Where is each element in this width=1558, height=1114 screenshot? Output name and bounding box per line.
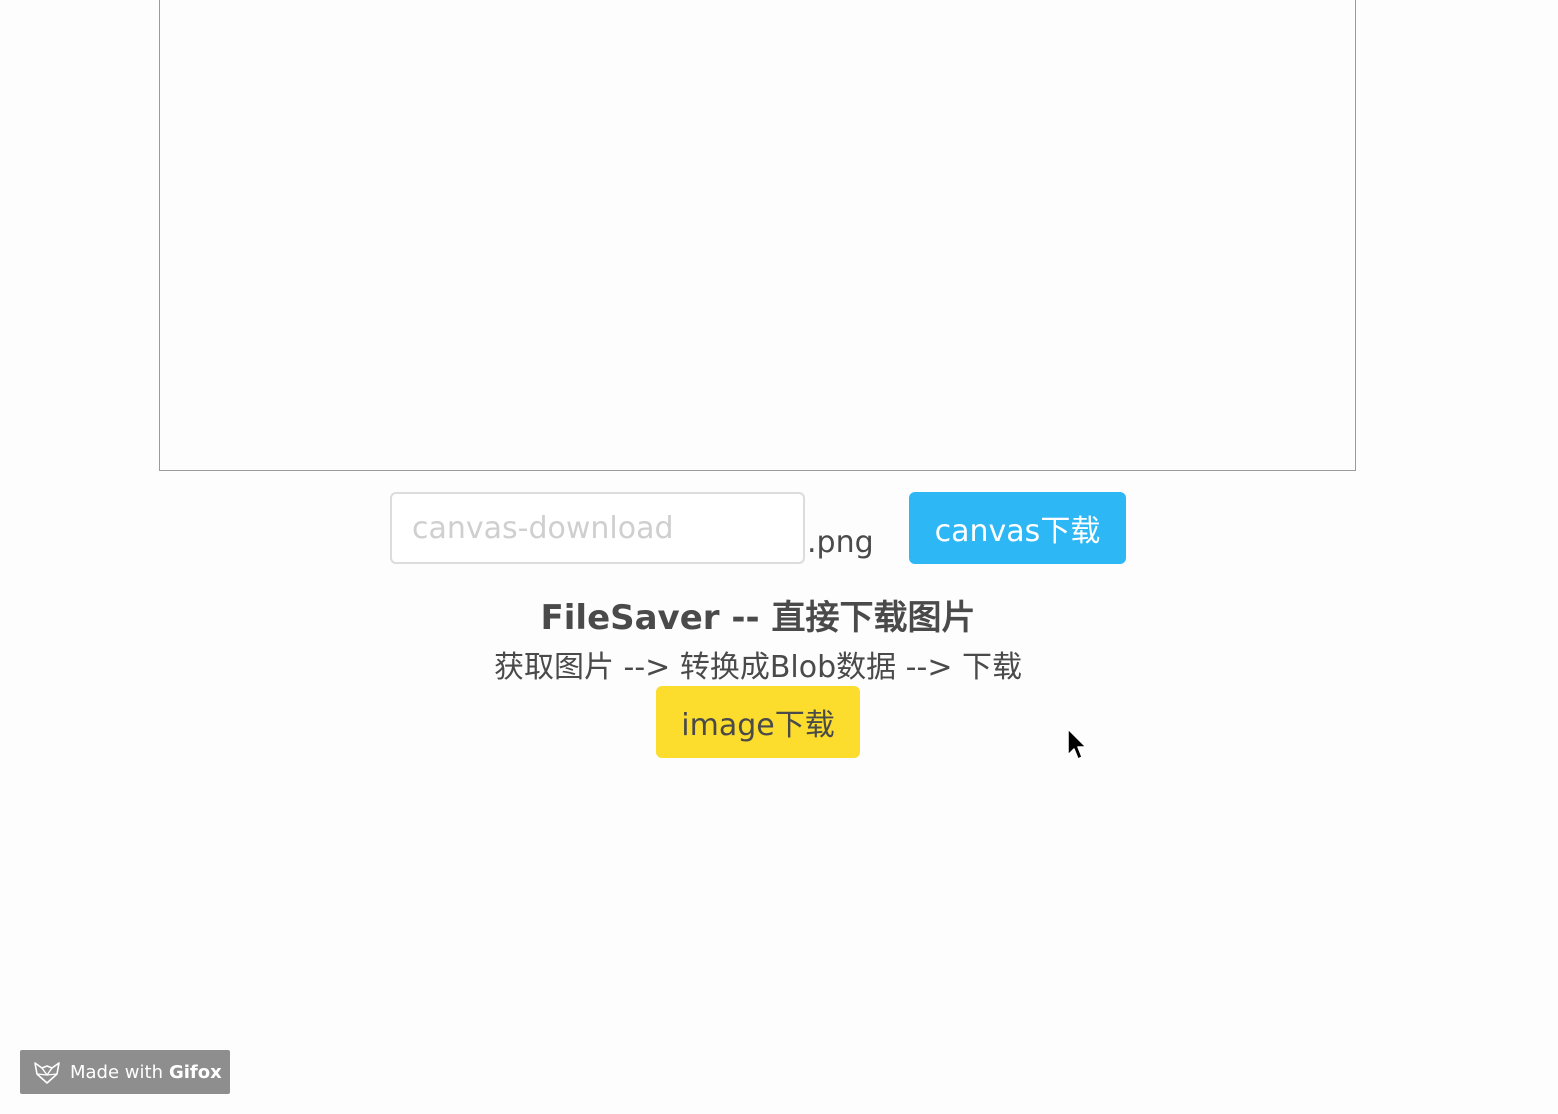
canvas-download-form: .png: [390, 492, 874, 564]
filename-input[interactable]: [390, 492, 805, 564]
gifox-badge: Made with Gifox: [20, 1050, 230, 1094]
badge-brand: Gifox: [168, 1061, 222, 1083]
fox-icon: [34, 1062, 60, 1084]
mouse-cursor-icon: [1067, 728, 1087, 760]
canvas-download-button[interactable]: canvas下载: [909, 492, 1126, 564]
filesaver-title: FileSaver -- 直接下载图片: [540, 598, 976, 638]
badge-prefix: Made with: [70, 1061, 163, 1083]
drawing-canvas[interactable]: [159, 0, 1356, 471]
page: .png canvas下载 FileSaver -- 直接下载图片 获取图片 -…: [0, 0, 1558, 1114]
file-extension-label: .png: [807, 525, 874, 560]
image-download-button[interactable]: image下载: [656, 686, 860, 758]
filesaver-flow-description: 获取图片 --> 转换成Blob数据 --> 下载: [493, 650, 1023, 685]
